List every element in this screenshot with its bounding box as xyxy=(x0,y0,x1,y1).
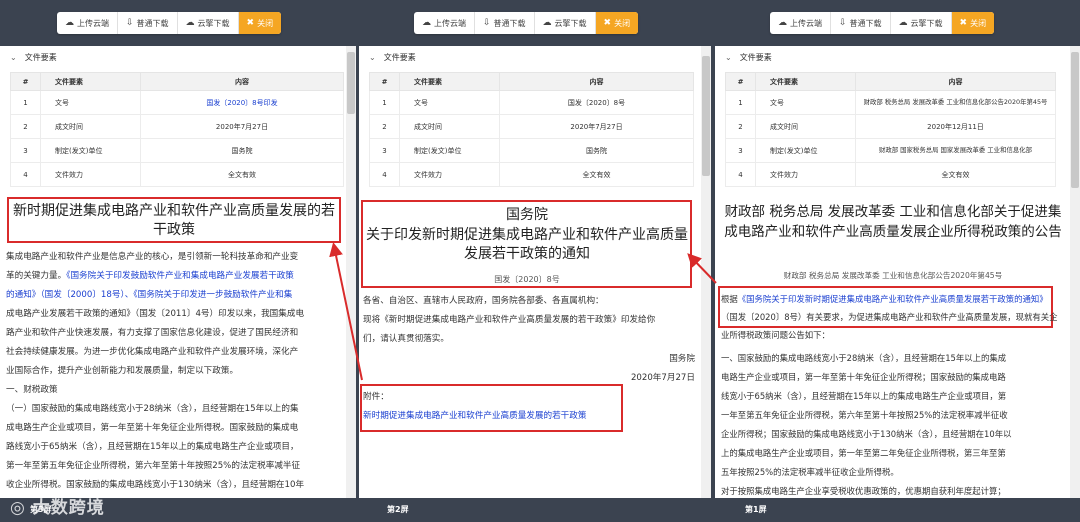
table-row: 2 成文时间 2020年7月27日 xyxy=(10,114,344,139)
table-row: 2 成文时间 2020年7月27日 xyxy=(369,114,694,139)
table-row: 4 文件效力 全文有效 xyxy=(369,162,694,187)
cloud-upload-icon: ☁ xyxy=(65,17,74,28)
attachment-link[interactable]: 新时期促进集成电路产业和软件产业高质量发展的若干政策 xyxy=(363,407,586,426)
scrollbar-thumb[interactable] xyxy=(1071,52,1079,188)
table-row: 4 文件效力 全文有效 xyxy=(10,162,344,187)
cloud-upload-icon: ☁ xyxy=(422,17,431,28)
cloud-download-button[interactable]: ☁ 云擎下载 xyxy=(178,12,239,34)
upload-cloud-button[interactable]: ☁ 上传云端 xyxy=(770,12,831,34)
signature-org: 国务院 xyxy=(669,354,695,364)
document-title: 关于印发新时期促进集成电路产业和软件产业高质量发展若干政策的通知 xyxy=(366,227,688,262)
normal-download-button[interactable]: ⇩ 普通下载 xyxy=(831,12,891,34)
document-body: 各省、自治区、直辖市人民政府，国务院各部委、各直属机构： 现将《新时期促进集成电… xyxy=(363,296,656,344)
cloud-download-button[interactable]: ☁ 云擎下载 xyxy=(535,12,596,34)
document-title: 财政部 税务总局 发展改革委 工业和信息化部关于促进集成电路产业和软件产业高质量… xyxy=(724,204,1062,240)
close-button[interactable]: ✖ 关闭 xyxy=(951,12,995,34)
cloud-download-icon: ☁ xyxy=(898,17,908,28)
document-pane-1: ⌄ 文件要素 # 文件要素 内容 1 文号 国发〔2020〕8号印发 2 成文时… xyxy=(0,46,356,498)
table-header-row: # 文件要素 内容 xyxy=(10,72,344,91)
table-row: 3 制定(发文)单位 国务院 xyxy=(369,138,694,163)
table-row: 3 制定(发文)单位 国务院 xyxy=(10,138,344,163)
metadata-table: # 文件要素 内容 1 文号 财政部 税务总局 发展改革委 工业和信息化部公告2… xyxy=(725,72,1056,187)
normal-download-button[interactable]: ⇩ 普通下载 xyxy=(475,12,535,34)
screen-label-2: 第2屏 xyxy=(387,505,409,514)
issuing-org: 国务院 xyxy=(506,207,548,223)
toolbar-2: ☁ 上传云端 ⇩ 普通下载 ☁ 云擎下载 ✖ 关闭 xyxy=(414,12,639,34)
scrollbar-thumb[interactable] xyxy=(702,56,710,176)
document-body: 一、国家鼓励的集成电路线宽小于28纳米（含），且经营期在15年以上的集成 电路生… xyxy=(721,353,1012,496)
document-pane-3: ⌄ 文件要素 # 文件要素 内容 1 文号 财政部 税务总局 发展改革委 工业和… xyxy=(715,46,1080,498)
table-header-row: # 文件要素 内容 xyxy=(369,72,694,91)
scrollbar[interactable] xyxy=(346,46,356,498)
document-body: 集成电路产业和软件产业是信息产业的核心，是引领新一轮科技革命和产业变 革的关键力… xyxy=(6,252,305,490)
screen-label-1: 第1屏 xyxy=(745,505,767,514)
table-header-row: # 文件要素 内容 xyxy=(725,72,1056,91)
logo-icon: ◎ xyxy=(10,498,33,518)
attachment-label: 附件： xyxy=(363,392,389,402)
normal-download-button[interactable]: ⇩ 普通下载 xyxy=(118,12,178,34)
scrollbar[interactable] xyxy=(701,46,711,498)
upload-cloud-button[interactable]: ☁ 上传云端 xyxy=(414,12,475,34)
table-row: 4 文件效力 全文有效 xyxy=(725,162,1056,187)
metadata-table: # 文件要素 内容 1 文号 国发〔2020〕8号印发 2 成文时间 2020年… xyxy=(10,72,344,187)
table-row: 1 文号 国发〔2020〕8号 xyxy=(369,90,694,115)
cloud-download-icon: ☁ xyxy=(185,17,195,28)
document-pane-2: ⌄ 文件要素 # 文件要素 内容 1 文号 国发〔2020〕8号 2 成文时间 … xyxy=(359,46,711,498)
download-icon: ⇩ xyxy=(126,17,134,28)
cloud-download-button[interactable]: ☁ 云擎下载 xyxy=(891,12,952,34)
document-body-lead: 根据《国务院关于印发新时期促进集成电路产业和软件产业高质量发展若干政策的通知》（… xyxy=(721,294,1058,340)
scrollbar[interactable] xyxy=(1070,46,1080,498)
download-icon: ⇩ xyxy=(839,17,847,28)
document-subtitle: 财政部 税务总局 发展改革委 工业和信息化部公告2020年第45号 xyxy=(783,271,1003,280)
close-button[interactable]: ✖ 关闭 xyxy=(238,12,282,34)
close-icon: ✖ xyxy=(959,17,968,28)
chevron-down-icon: ⌄ xyxy=(725,52,732,62)
policy-link[interactable]: 《国务院关于印发进一步鼓励软件产业和集 xyxy=(133,290,292,300)
watermark: ◎ 大数跨境 xyxy=(10,498,105,518)
cloud-upload-icon: ☁ xyxy=(778,17,787,28)
table-row: 1 文号 国发〔2020〕8号印发 xyxy=(10,90,344,115)
policy-link[interactable]: 《国务院关于印发鼓励软件产业和集成电路产业发展若干政策 xyxy=(66,271,294,281)
section-header[interactable]: ⌄ 文件要素 xyxy=(715,46,1080,68)
policy-link[interactable]: 《国务院关于印发新时期促进集成电路产业和软件产业高质量发展若干政策的通知》 xyxy=(738,294,1048,304)
doc-number-link[interactable]: 国发〔2020〕8号印发 xyxy=(206,99,277,107)
policy-link[interactable]: 的通知》（国发〔2000〕18号）、 xyxy=(6,290,133,300)
chevron-down-icon: ⌄ xyxy=(369,52,376,62)
toolbar-1: ☁ 上传云端 ⇩ 普通下载 ☁ 云擎下载 ✖ 关闭 xyxy=(57,12,282,34)
doc-number: 国发〔2020〕8号 xyxy=(494,275,560,284)
table-row: 1 文号 财政部 税务总局 发展改革委 工业和信息化部公告2020年第45号 xyxy=(725,90,1056,115)
section-header[interactable]: ⌄ 文件要素 xyxy=(359,46,711,68)
document-title: 新时期促进集成电路产业和软件产业高质量发展的若干政策 xyxy=(13,203,335,238)
table-row: 3 制定(发文)单位 财政部 国家税务总局 国家发展改革委 工业和信息化部 xyxy=(725,138,1056,163)
close-icon: ✖ xyxy=(246,17,255,28)
cloud-download-icon: ☁ xyxy=(542,17,552,28)
toolbar-3: ☁ 上传云端 ⇩ 普通下载 ☁ 云擎下载 ✖ 关闭 xyxy=(770,12,995,34)
upload-cloud-button[interactable]: ☁ 上传云端 xyxy=(57,12,118,34)
metadata-table: # 文件要素 内容 1 文号 国发〔2020〕8号 2 成文时间 2020年7月… xyxy=(369,72,694,187)
table-row: 2 成文时间 2020年12月11日 xyxy=(725,114,1056,139)
signature-date: 2020年7月27日 xyxy=(630,373,695,383)
download-icon: ⇩ xyxy=(483,17,491,28)
scrollbar-thumb[interactable] xyxy=(347,52,355,114)
close-button[interactable]: ✖ 关闭 xyxy=(595,12,639,34)
section-header[interactable]: ⌄ 文件要素 xyxy=(0,46,356,68)
close-icon: ✖ xyxy=(603,17,612,28)
chevron-down-icon: ⌄ xyxy=(10,52,17,62)
